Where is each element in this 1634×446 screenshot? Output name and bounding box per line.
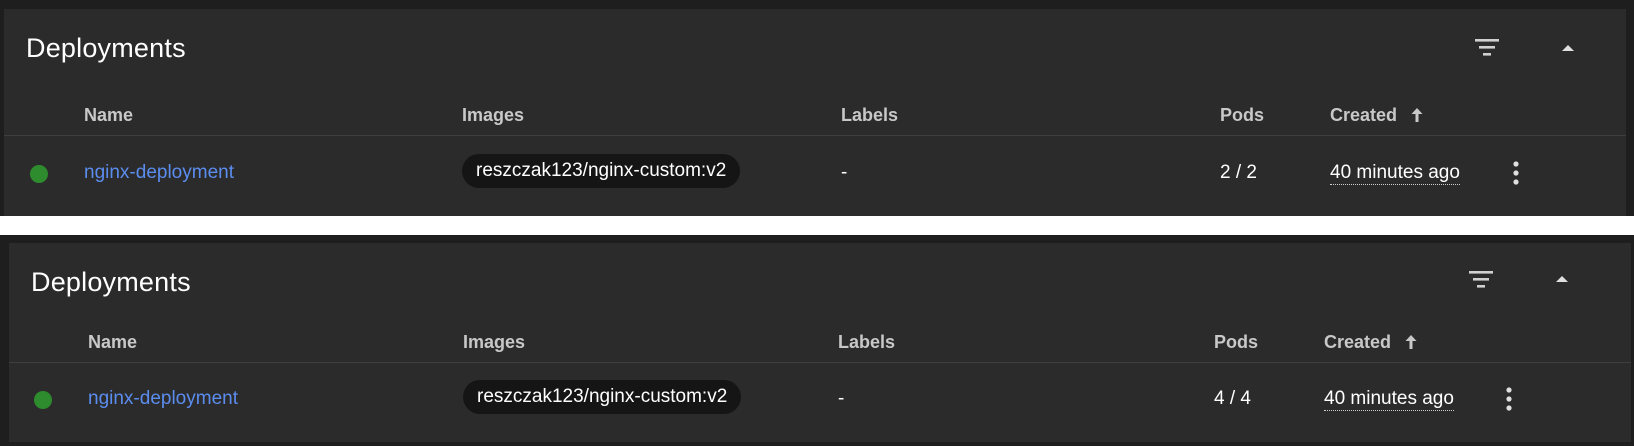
deployment-name-link[interactable]: nginx-deployment [88, 388, 238, 410]
column-header-name[interactable]: Name [84, 105, 133, 126]
column-header-created[interactable]: Created [1324, 332, 1418, 353]
labels-cell: - [841, 162, 848, 183]
column-header-label: Name [88, 332, 138, 352]
table-row: nginx-deployment reszczak123/nginx-custo… [9, 367, 1631, 429]
image-chip: reszczak123/nginx-custom:v2 [462, 154, 741, 188]
status-dot [30, 165, 48, 183]
table-row: nginx-deployment reszczak123/nginx-custo… [4, 141, 1626, 203]
column-header-label: Pods [1220, 105, 1265, 125]
column-header-label: Images [462, 105, 525, 125]
column-header-label: Images [463, 332, 526, 352]
card-title: Deployments [26, 33, 186, 63]
row-menu-button[interactable] [1510, 159, 1522, 187]
created-timestamp[interactable]: 40 minutes ago [1330, 162, 1460, 185]
column-header-pods: Pods [1220, 105, 1264, 126]
filter-icon [1469, 271, 1493, 288]
column-header-labels: Labels [841, 105, 898, 126]
column-header-created[interactable]: Created [1330, 105, 1424, 126]
created-cell: 40 minutes ago [1324, 388, 1454, 411]
column-header-label: Labels [841, 105, 899, 125]
column-header-labels: Labels [838, 332, 895, 353]
column-header-images: Images [462, 105, 524, 126]
collapse-button[interactable] [1550, 268, 1574, 288]
column-header-label: Created [1324, 332, 1392, 352]
column-header-name[interactable]: Name [88, 332, 137, 353]
column-header-images: Images [463, 332, 525, 353]
table-header: Name Images Labels Pods Created [9, 322, 1631, 363]
chevron-up-icon [1556, 276, 1568, 282]
column-header-pods: Pods [1214, 332, 1258, 353]
status-dot [34, 391, 52, 409]
filter-icon [1475, 39, 1499, 56]
filter-button[interactable] [1466, 267, 1496, 291]
pods-cell: 2 / 2 [1220, 162, 1257, 183]
column-header-label: Labels [838, 332, 896, 352]
column-header-label: Name [84, 105, 134, 125]
image-chip: reszczak123/nginx-custom:v2 [463, 380, 742, 414]
pods-cell: 4 / 4 [1214, 388, 1251, 409]
row-menu-button[interactable] [1503, 385, 1515, 413]
created-cell: 40 minutes ago [1330, 162, 1460, 185]
created-timestamp[interactable]: 40 minutes ago [1324, 388, 1454, 411]
labels-cell: - [838, 388, 845, 409]
more-vert-icon [1513, 161, 1519, 185]
more-vert-icon [1506, 387, 1512, 411]
arrow-up-icon [1405, 335, 1417, 349]
table-header: Name Images Labels Pods Created [4, 95, 1626, 136]
collapse-button[interactable] [1556, 37, 1580, 57]
deployments-panel-bottom: Deployments Name Images Labels Pods Crea… [0, 235, 1634, 446]
column-header-label: Created [1330, 105, 1398, 125]
deployments-panel-top: Deployments Name Images Labels Pods Crea… [0, 0, 1634, 216]
filter-button[interactable] [1472, 35, 1502, 59]
column-header-label: Pods [1214, 332, 1259, 352]
deployments-card: Deployments Name Images Labels Pods Crea… [4, 9, 1626, 216]
deployments-card: Deployments Name Images Labels Pods Crea… [9, 243, 1631, 442]
card-title: Deployments [31, 267, 191, 297]
chevron-up-icon [1562, 45, 1574, 51]
deployment-name-link[interactable]: nginx-deployment [84, 162, 234, 184]
arrow-up-icon [1411, 108, 1423, 122]
